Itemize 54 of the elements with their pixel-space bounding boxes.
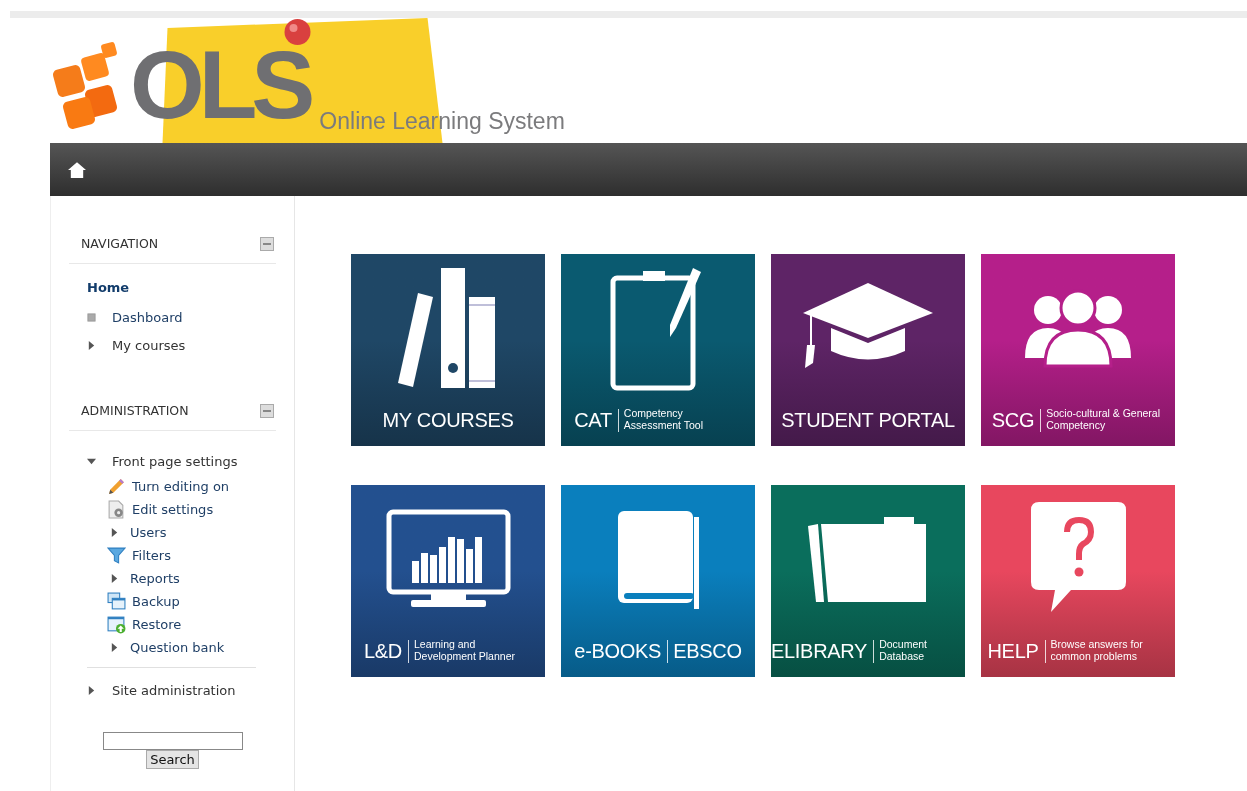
tile-title: STUDENT PORTAL: [781, 408, 955, 432]
tile-link[interactable]: SCG Socio-cultural & General Competency: [981, 254, 1175, 446]
tile-link[interactable]: e-BOOKS EBSCO: [561, 485, 755, 677]
tile-subtitle: Learning and Development Planner: [414, 639, 516, 663]
tile-title: CAT: [574, 408, 619, 432]
tree-item[interactable]: Reports: [130, 571, 180, 586]
tile-link[interactable]: CAT Competency Assessment Tool: [561, 254, 755, 446]
search-field[interactable]: [102, 732, 243, 750]
tile-title: HELP: [987, 639, 1046, 663]
tree-item[interactable]: Site administration: [112, 682, 236, 698]
block-title: NAVIGATION: [81, 236, 159, 251]
tile-title: e-BOOKS: [574, 639, 669, 663]
funnel-icon: [107, 546, 126, 565]
tile-link[interactable]: HELP Browse answers for common problems: [981, 485, 1175, 677]
tile-subtitle: Document Database: [879, 639, 929, 663]
collapsed-arrow-icon[interactable]: [110, 642, 119, 653]
tree-item[interactable]: Restore: [132, 617, 182, 632]
tree-item[interactable]: My courses: [112, 337, 186, 353]
pencil-icon: [107, 477, 126, 496]
collapsed-arrow-icon[interactable]: [110, 573, 119, 584]
monitor-chart-icon: [385, 509, 511, 609]
tile-link[interactable]: STUDENT PORTAL: [771, 254, 965, 446]
home-icon[interactable]: [68, 161, 86, 178]
tile-link[interactable]: ELIBRARY Document Database: [771, 485, 965, 677]
tile-title: ELIBRARY: [771, 639, 875, 663]
tile-subtitle: Competency Assessment Tool: [623, 408, 704, 432]
tree-item[interactable]: Turn editing on: [132, 479, 230, 494]
collapse-button[interactable]: [260, 403, 274, 418]
collapse-button[interactable]: [260, 236, 274, 251]
tree-item[interactable]: Front page settings: [112, 453, 238, 469]
search-button[interactable]: Search: [146, 750, 199, 769]
windows-icon: [107, 592, 126, 611]
tree-item[interactable]: Dashboard: [112, 309, 183, 325]
block-title: ADMINISTRATION: [81, 403, 189, 418]
tree-item[interactable]: Backup: [132, 594, 180, 609]
tree-item[interactable]: Question bank: [130, 640, 225, 655]
bullet-icon: [87, 312, 96, 322]
tile-subtitle: Browse answers for common problems: [1050, 639, 1144, 663]
tile-subtitle: EBSCO: [673, 640, 742, 662]
collapsed-arrow-icon[interactable]: [87, 684, 96, 696]
home-link[interactable]: Home: [87, 280, 276, 295]
tree-item[interactable]: Users: [130, 525, 167, 540]
tile-title: L&D: [364, 639, 409, 663]
tile-title: MY COURSES: [382, 408, 514, 432]
collapsed-arrow-icon[interactable]: [110, 527, 119, 538]
document-gear-icon: [107, 500, 126, 519]
tile-link[interactable]: MY COURSES: [351, 254, 545, 446]
tile-title: SCG: [991, 408, 1042, 432]
tile-link[interactable]: L&D Learning and Development Planner: [351, 485, 545, 677]
book-icon: [615, 509, 701, 609]
tree-item[interactable]: Filters: [132, 548, 171, 563]
tile-subtitle: Socio-cultural & General Competency: [1046, 408, 1162, 432]
tree-item[interactable]: Edit settings: [132, 502, 214, 517]
collapsed-arrow-icon[interactable]: [87, 339, 96, 351]
